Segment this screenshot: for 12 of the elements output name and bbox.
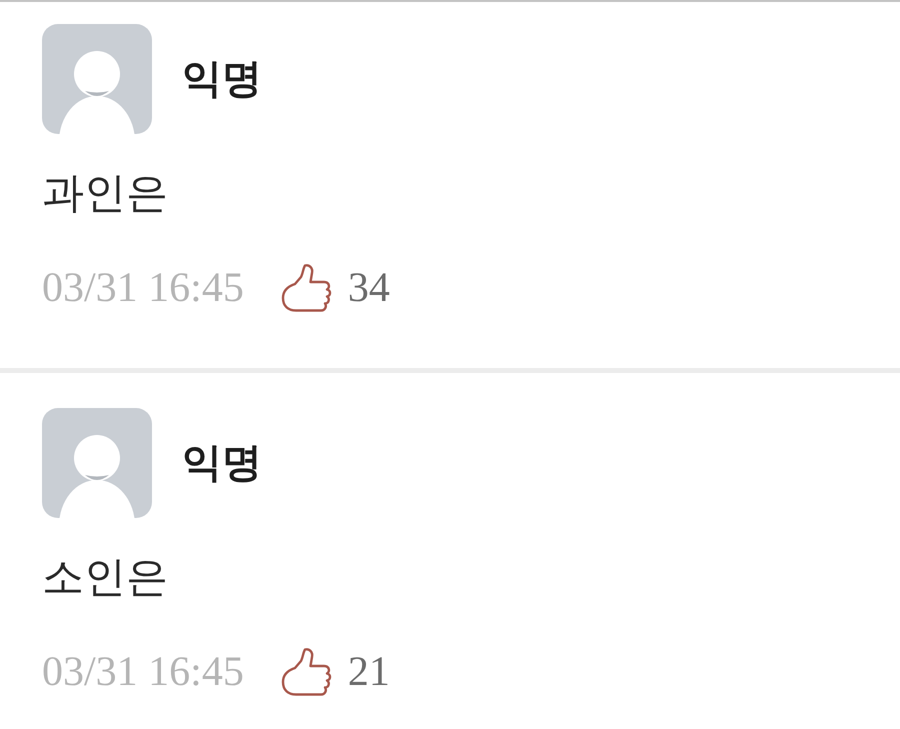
comment-text: 과인은 <box>42 168 168 218</box>
author-name: 익명 <box>182 55 262 104</box>
avatar-icon <box>42 24 152 134</box>
like-button[interactable]: 34 <box>280 263 390 313</box>
author-name: 익명 <box>182 439 262 488</box>
thumbs-up-icon <box>280 263 334 313</box>
comment-time: 03/31 16:45 <box>42 264 244 313</box>
avatar-icon <box>42 408 152 518</box>
comment-text: 소인은 <box>42 552 168 602</box>
like-button[interactable]: 21 <box>280 647 390 697</box>
thumbs-up-icon <box>280 647 334 697</box>
comment-time: 03/31 16:45 <box>42 648 244 697</box>
